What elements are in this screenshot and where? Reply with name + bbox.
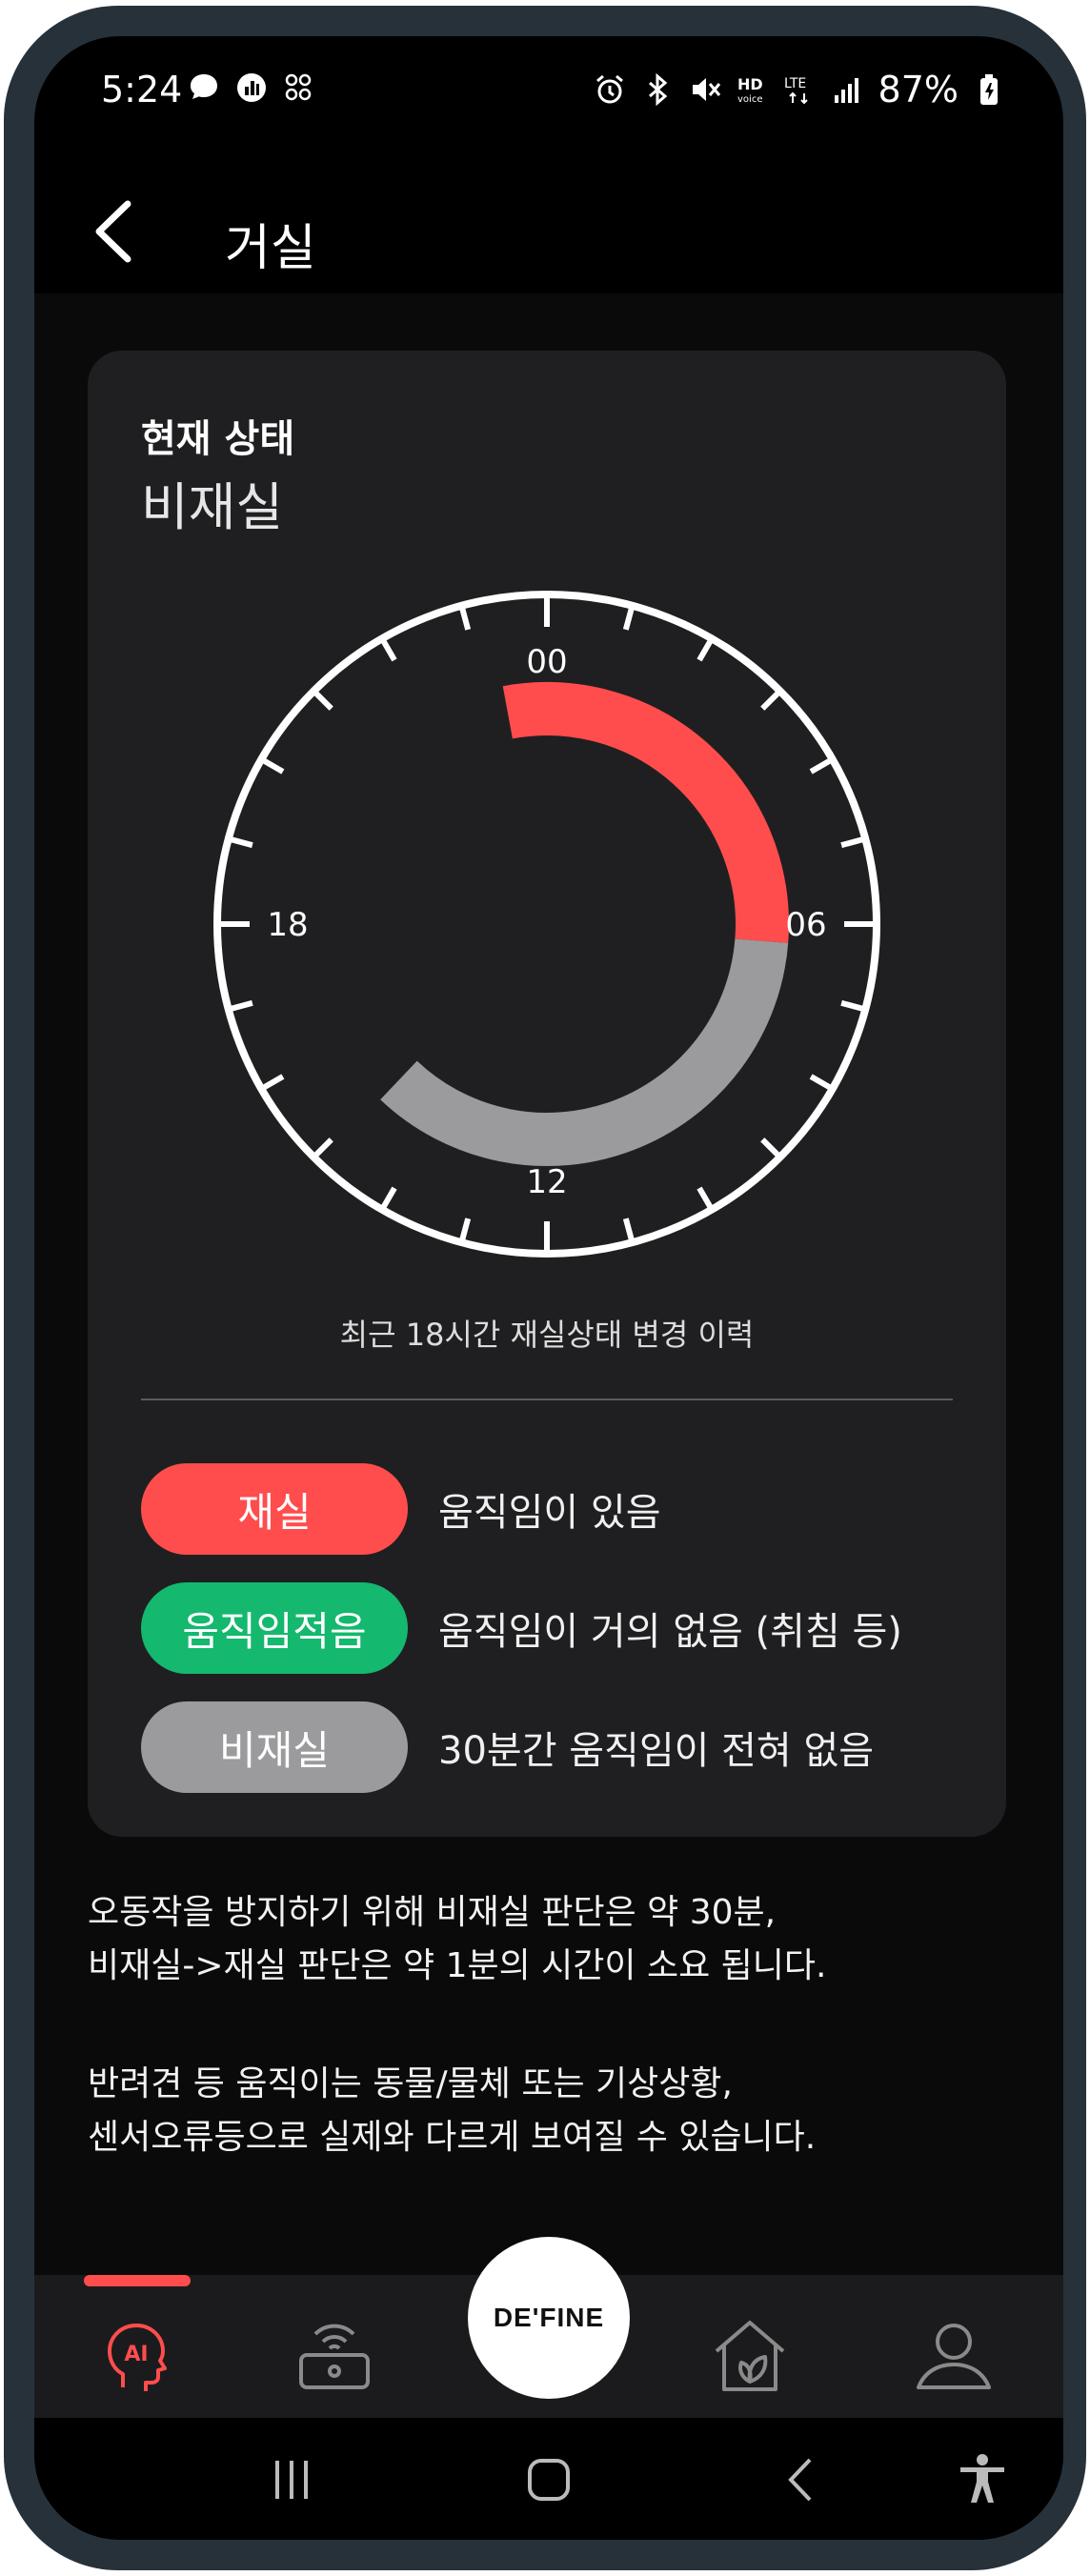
lte-icon: LTE	[784, 76, 808, 105]
bluetooth-icon	[648, 72, 667, 107]
bottom-nav: AI DE'FINE	[34, 2237, 1063, 2418]
ai-head-icon[interactable]: AI	[94, 2313, 180, 2399]
note-line-2: 비재실->재실 판단은 약 1분의 시간이 소요 됩니다.	[88, 1946, 827, 1985]
clock-tick	[696, 1186, 715, 1212]
legend-desc-present: 움직임이 있음	[438, 1491, 661, 1535]
clock-tick	[760, 1137, 782, 1159]
content-area: 현재 상태 비재실 00 06 12 18 최근 18시간 재실상태 변경 이력…	[34, 293, 1063, 2275]
status-right: HD voice LTE 87%	[593, 69, 1006, 111]
clock-tick	[809, 756, 835, 775]
app-header: 거실	[34, 151, 1063, 293]
hour-label-06: 06	[785, 906, 826, 944]
clock-tick	[379, 1186, 397, 1212]
note-line-1: 오동작을 방지하기 위해 비재실 판단은 약 30분,	[88, 1893, 777, 1932]
status-bar: 5:24 HD voice LTE 87%	[34, 36, 1063, 151]
legend-row-absent: 비재실 30분간 움직임이 전혀 없음	[141, 1701, 874, 1793]
accessibility-icon[interactable]	[949, 2446, 1016, 2513]
hd-voice-icon: HDvoice	[737, 75, 763, 105]
phone-frame: 5:24 HD voice LTE 87% 거실 현재 상태 비재실 00 06…	[4, 6, 1086, 2570]
clock-tick	[696, 636, 715, 662]
note-line-4: 센서오류등으로 실제와 다르게 보여질 수 있습니다.	[88, 2118, 817, 2157]
signal-icon	[834, 78, 858, 103]
legend-pill-low-motion: 움직임적음	[141, 1582, 408, 1674]
chart-icon	[237, 73, 266, 102]
battery-percent: 87%	[878, 69, 959, 111]
occupancy-clock: 00 06 12 18	[213, 591, 880, 1258]
note-line-3: 반려견 등 움직이는 동물/물체 또는 기상상황,	[88, 2064, 733, 2103]
svg-text:LTE: LTE	[784, 76, 806, 91]
clock-tick	[379, 636, 397, 662]
absent-segment	[380, 938, 789, 1166]
legend-pill-present: 재실	[141, 1463, 408, 1555]
system-nav-bar	[34, 2418, 1063, 2540]
alarm-icon	[595, 74, 623, 104]
clock-tick	[809, 1074, 835, 1092]
svg-text:voice: voice	[737, 94, 762, 105]
legend-desc-low-motion: 움직임이 거의 없음 (취침 등)	[438, 1610, 902, 1654]
clock-tick	[228, 835, 253, 849]
recent-apps-icon[interactable]	[258, 2446, 325, 2513]
present-segment	[502, 682, 789, 943]
clock-tick	[312, 1137, 333, 1159]
define-button[interactable]: DE'FINE	[468, 2237, 630, 2399]
status-time: 5:24	[101, 69, 183, 111]
ai-label: AI	[124, 2343, 148, 2366]
clock-tick	[840, 999, 866, 1013]
legend-pill-absent: 비재실	[141, 1701, 408, 1793]
legend-desc-absent: 30분간 움직임이 전혀 없음	[438, 1729, 875, 1773]
battery-icon	[980, 74, 998, 105]
clock-tick	[259, 756, 285, 775]
screen: 5:24 HD voice LTE 87% 거실 현재 상태 비재실 00 06…	[34, 36, 1063, 2540]
clock-tick	[622, 1218, 636, 1243]
status-card: 현재 상태 비재실 00 06 12 18 최근 18시간 재실상태 변경 이력…	[88, 351, 1006, 1837]
clock-tick	[259, 1074, 285, 1092]
legend-row-low-motion: 움직임적음 움직임이 거의 없음 (취침 등)	[141, 1582, 902, 1674]
system-back-icon[interactable]	[768, 2446, 835, 2513]
clock-tick	[840, 835, 866, 849]
home-leaf-icon[interactable]	[707, 2313, 793, 2399]
clock-tick	[622, 605, 636, 631]
clock-tick	[760, 689, 782, 711]
status-left-icons	[187, 70, 316, 105]
grid-icon	[285, 73, 312, 101]
hour-label-00: 00	[526, 643, 567, 681]
mute-icon	[692, 78, 720, 101]
clock-caption: 최근 18시간 재실상태 변경 이력	[339, 1317, 755, 1353]
clock-tick	[458, 1218, 472, 1243]
current-state-value: 비재실	[141, 477, 284, 537]
clock-tick	[458, 605, 472, 631]
profile-icon[interactable]	[911, 2313, 997, 2399]
router-icon[interactable]	[292, 2313, 377, 2399]
nav-active-indicator	[84, 2275, 191, 2286]
current-state-label: 현재 상태	[141, 417, 295, 461]
messenger-icon	[191, 74, 217, 99]
clock-tick	[228, 999, 253, 1013]
clock-tick	[312, 689, 333, 711]
divider	[141, 1399, 953, 1400]
hour-label-18: 18	[267, 906, 308, 944]
page-title: 거실	[225, 220, 316, 277]
svg-text:HD: HD	[737, 75, 763, 93]
back-arrow-icon[interactable]	[82, 198, 149, 265]
legend-row-present: 재실 움직임이 있음	[141, 1463, 661, 1555]
hour-label-12: 12	[526, 1163, 567, 1201]
home-icon[interactable]	[515, 2446, 582, 2513]
